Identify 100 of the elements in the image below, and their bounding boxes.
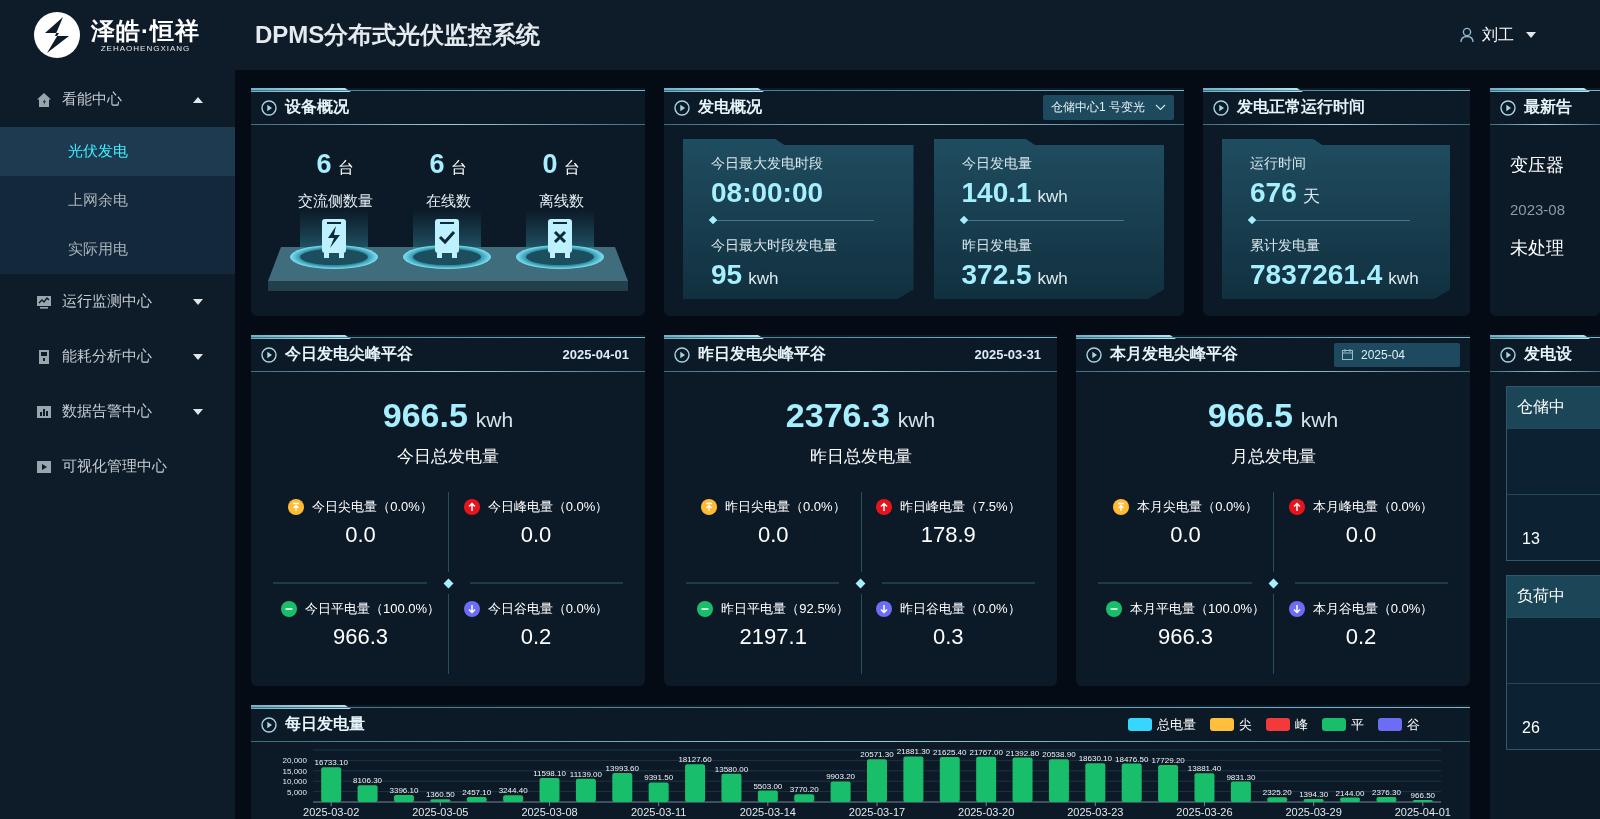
data-label: 1394.30 [1299, 790, 1329, 800]
metric-value: 7837261.4 [1250, 259, 1383, 291]
axis-label: 2025-03-11 [630, 806, 687, 818]
caret-up-icon[interactable] [193, 96, 203, 103]
data-label: 2457.10 [462, 787, 492, 797]
menu-group[interactable]: 能耗分析中心 [0, 329, 235, 384]
calendar-icon [1342, 349, 1353, 360]
data-label: 18630.10 [1078, 754, 1112, 764]
play-icon [1500, 346, 1516, 363]
minus-icon [1105, 601, 1122, 617]
menu-item[interactable]: 实际用电 [0, 225, 235, 274]
metric-unit: kwh [1037, 187, 1068, 207]
axis-label: 2025-03-20 [958, 806, 1015, 818]
menu-group[interactable]: 数据告警中心 [0, 384, 235, 439]
legend-item[interactable]: 谷 [1378, 715, 1420, 734]
total-unit: kwh [897, 408, 936, 432]
play-icon [1086, 346, 1102, 363]
energy-label: 昨日尖电量（0.0%） [724, 498, 846, 516]
chart-bar [1085, 763, 1106, 802]
date-picker[interactable]: 2025-04 [1334, 342, 1460, 367]
total-label: 今日总发电量 [396, 446, 500, 468]
menu-group[interactable]: 可视化管理中心 [0, 439, 235, 494]
chart-bar [430, 799, 451, 802]
app-title: DPMS分布式光伏监控系统 [255, 20, 541, 50]
station-value: 13 [1522, 530, 1540, 548]
stat-value: 0 [542, 149, 558, 180]
energy-label: 本月峰电量（0.0%） [1312, 498, 1434, 516]
menu-group[interactable]: 看能中心 [0, 72, 235, 127]
metric-label: 累计发电量 [1250, 237, 1321, 255]
chart-bar [721, 773, 742, 802]
card-title: 每日发电量 [285, 714, 365, 734]
legend-item[interactable]: 尖 [1210, 715, 1252, 734]
card-title: 昨日发电尖峰平谷 [698, 344, 826, 364]
logo-subtitle: ZEHAOHENGXIANG [100, 43, 191, 53]
axis-label: 2025-03-29 [1285, 806, 1342, 818]
axis-label: 2025-03-08 [521, 806, 578, 818]
chart-bar [1267, 797, 1288, 802]
chart-bar [939, 757, 960, 802]
chevron-down-icon [1155, 104, 1166, 111]
stat-value: 6 [429, 149, 445, 180]
axis-label: 15,000 [282, 766, 307, 776]
stat-label: 离线数 [538, 192, 584, 211]
data-label: 9831.30 [1226, 772, 1256, 782]
energy-value: 178.9 [920, 522, 976, 548]
chart-bar [1376, 797, 1397, 802]
total-unit: kwh [475, 408, 514, 432]
play-icon [261, 716, 277, 733]
chart-bar [830, 781, 851, 802]
legend-item[interactable]: 平 [1322, 715, 1364, 734]
arrow-up-icon [1288, 499, 1305, 515]
data-label: 2144.00 [1335, 788, 1365, 798]
total-value: 966.5 [382, 396, 468, 435]
axis-label: 2025-03-17 [848, 806, 906, 818]
chart-bar [612, 772, 633, 802]
energy-label: 昨日峰电量（7.5%） [899, 498, 1021, 516]
meter-icon [36, 348, 52, 365]
axis-label: 2025-03-23 [1067, 806, 1124, 818]
data-label: 17729.20 [1151, 756, 1185, 766]
menu-label: 可视化管理中心 [62, 457, 167, 476]
legend-item[interactable]: 峰 [1266, 715, 1308, 734]
menu-item[interactable]: 光伏发电 [0, 127, 235, 176]
data-label: 2325.20 [1262, 788, 1292, 798]
data-label: 20538.90 [1042, 750, 1076, 760]
energy-value: 0.0 [345, 522, 376, 548]
station-dropdown[interactable]: 仓储中心1 号变光 [1043, 95, 1174, 120]
menu-group[interactable]: 运行监测中心 [0, 274, 235, 329]
chart-bar [575, 778, 596, 802]
arrow-up-bar-icon [700, 499, 717, 515]
metric-unit: kwh [1388, 269, 1419, 289]
total-value: 966.5 [1207, 396, 1293, 435]
axis-label: 5,000 [286, 787, 307, 797]
alert-date: 2023-08 [1510, 201, 1567, 218]
menu-item[interactable]: 上网余电 [0, 176, 235, 225]
chart-bar [539, 777, 560, 802]
play-icon [261, 99, 277, 116]
menu-label: 能耗分析中心 [62, 347, 152, 366]
total-value: 2376.3 [785, 396, 890, 435]
legend-item[interactable]: 总电量 [1128, 715, 1196, 734]
play-icon [674, 99, 690, 116]
play-icon [261, 346, 277, 363]
energy-label: 今日平电量（100.0%） [304, 600, 441, 618]
caret-down-icon[interactable] [193, 408, 203, 415]
data-label: 3770.20 [789, 785, 819, 795]
axis-label: 2025-03-02 [303, 806, 360, 818]
metric-value: 95 [711, 259, 743, 291]
chart-bar [1121, 763, 1142, 802]
metric-value: 140.1 [961, 177, 1032, 209]
energy-label: 今日峰电量（0.0%） [487, 498, 609, 516]
monitor-icon [36, 293, 52, 310]
energy-value: 0.2 [1345, 624, 1377, 650]
metric-label: 运行时间 [1250, 155, 1307, 173]
station-value: 26 [1522, 719, 1540, 737]
energy-value: 2197.1 [739, 624, 807, 650]
caret-down-icon[interactable] [193, 298, 203, 305]
user-menu[interactable]: 刘工 [1460, 24, 1536, 46]
stat-unit: 台 [337, 158, 354, 178]
data-label: 966.50 [1410, 791, 1436, 800]
caret-down-icon[interactable] [193, 353, 203, 360]
total-label: 昨日总发电量 [808, 446, 913, 468]
arrow-down-icon [875, 601, 892, 617]
